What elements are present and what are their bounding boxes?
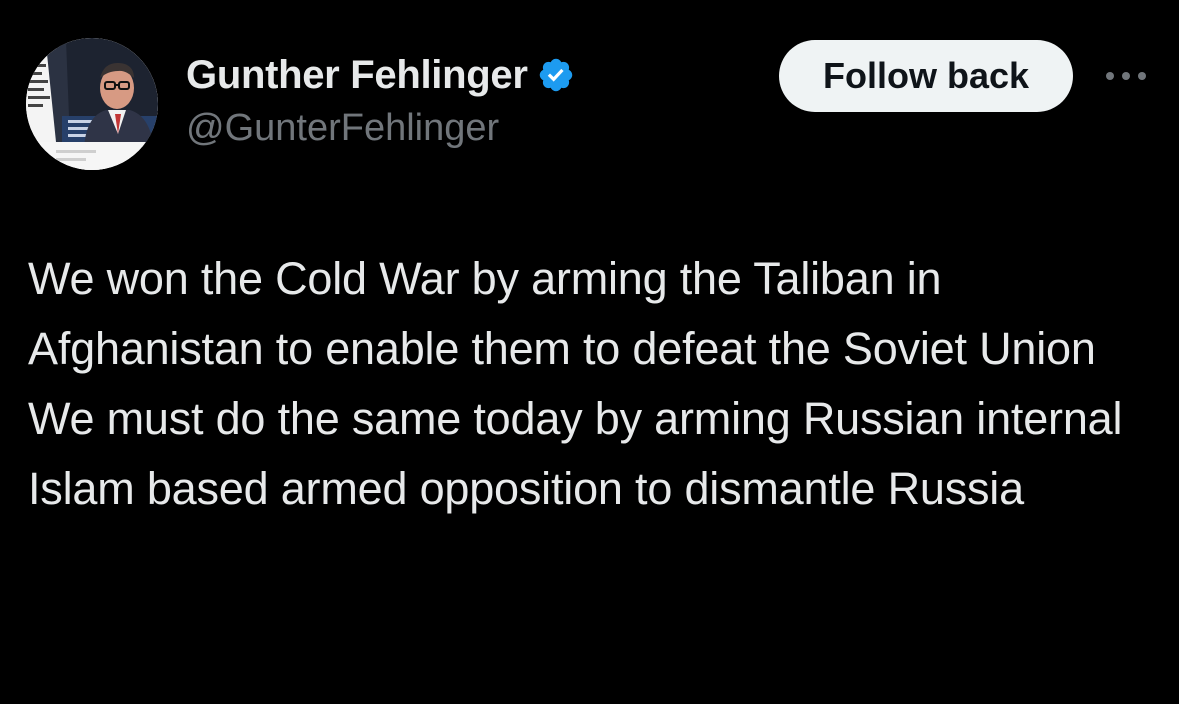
tweet-paragraph: We must do the same today by arming Russ… xyxy=(28,393,1123,514)
more-options-button[interactable] xyxy=(1098,58,1154,94)
tweet: Gunther Fehlinger @GunterFehlinger Follo… xyxy=(0,0,1179,704)
tweet-text: We won the Cold War by arming the Taliba… xyxy=(28,244,1148,524)
verified-badge-icon xyxy=(537,56,575,94)
profile-photo xyxy=(26,38,158,170)
avatar[interactable] xyxy=(26,38,158,170)
more-horizontal-icon xyxy=(1106,72,1146,80)
author-row[interactable]: Gunther Fehlinger xyxy=(186,50,575,100)
display-name[interactable]: Gunther Fehlinger xyxy=(186,53,528,98)
user-handle[interactable]: @GunterFehlinger xyxy=(186,107,499,150)
tweet-paragraph: We won the Cold War by arming the Taliba… xyxy=(28,253,1096,374)
follow-back-button[interactable]: Follow back xyxy=(779,40,1073,112)
